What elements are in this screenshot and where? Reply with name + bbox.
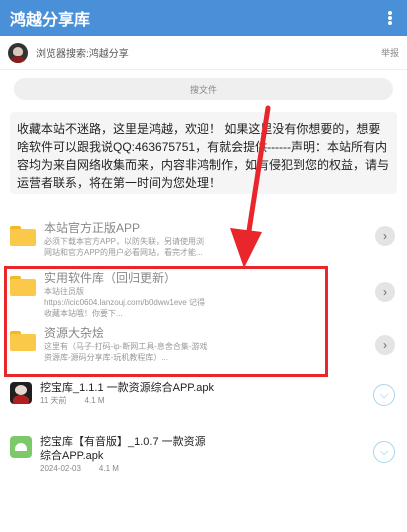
app-icon (10, 382, 32, 404)
search-files-button[interactable]: 搜文件 (14, 78, 393, 100)
download-icon[interactable]: ⌵ (373, 441, 395, 463)
report-link[interactable]: 举报 (381, 46, 399, 59)
file-size: 4.1 M (98, 464, 119, 473)
file-title: 挖宝库_1.1.1 一款资源综合APP.apk (40, 382, 215, 394)
chevron-right-icon[interactable]: › (375, 335, 395, 355)
app-bar: 鸿越分享库 (0, 0, 407, 36)
file-item-apk[interactable]: 挖宝库_1.1.1 一款资源综合APP.apk 11 天前 4.1 M ⌵ (0, 379, 407, 431)
search-section: 搜文件 (0, 70, 407, 106)
annotation-highlight-box (4, 266, 328, 377)
file-item-apk[interactable]: 挖宝库【有音版】_1.0.7 一款资源 综合APP.apk 2024-02-03… (0, 431, 407, 487)
file-title: 挖宝库【有音版】_1.0.7 一款资源 (40, 436, 206, 448)
android-icon (10, 436, 32, 458)
file-date: 2024-02-03 (40, 464, 81, 473)
file-date: 11 天前 (40, 396, 67, 405)
download-icon[interactable]: ⌵ (373, 384, 395, 406)
folder-title: 本站官方正版APP (44, 221, 141, 235)
share-bar: 浏览器搜索:鸿越分享 举报 (0, 36, 407, 70)
file-size: 4.1 M (84, 396, 105, 405)
folder-icon (10, 226, 36, 246)
file-title: 综合APP.apk (40, 450, 104, 462)
folder-desc: 网站和官方APP的用户必看网站，看完才能... (44, 248, 203, 257)
app-title: 鸿越分享库 (10, 12, 91, 29)
chevron-right-icon[interactable]: › (375, 226, 395, 246)
avatar (8, 42, 28, 63)
more-vertical-icon[interactable] (383, 8, 397, 28)
chevron-right-icon[interactable]: › (375, 282, 395, 302)
folder-item-official-app[interactable]: 本站官方正版APP 必须下载本官方APP，以防失联，另请使用浏 网站和官方APP… (0, 214, 407, 266)
share-text: 浏览器搜索:鸿越分享 (36, 49, 129, 60)
folder-desc: 必须下载本官方APP，以防失联，另请使用浏 (44, 237, 205, 246)
notice-text: 收藏本站不迷路，这里是鸿越，欢迎！ 如果这里没有你想要的，想要啥软件可以跟我说Q… (10, 112, 397, 194)
